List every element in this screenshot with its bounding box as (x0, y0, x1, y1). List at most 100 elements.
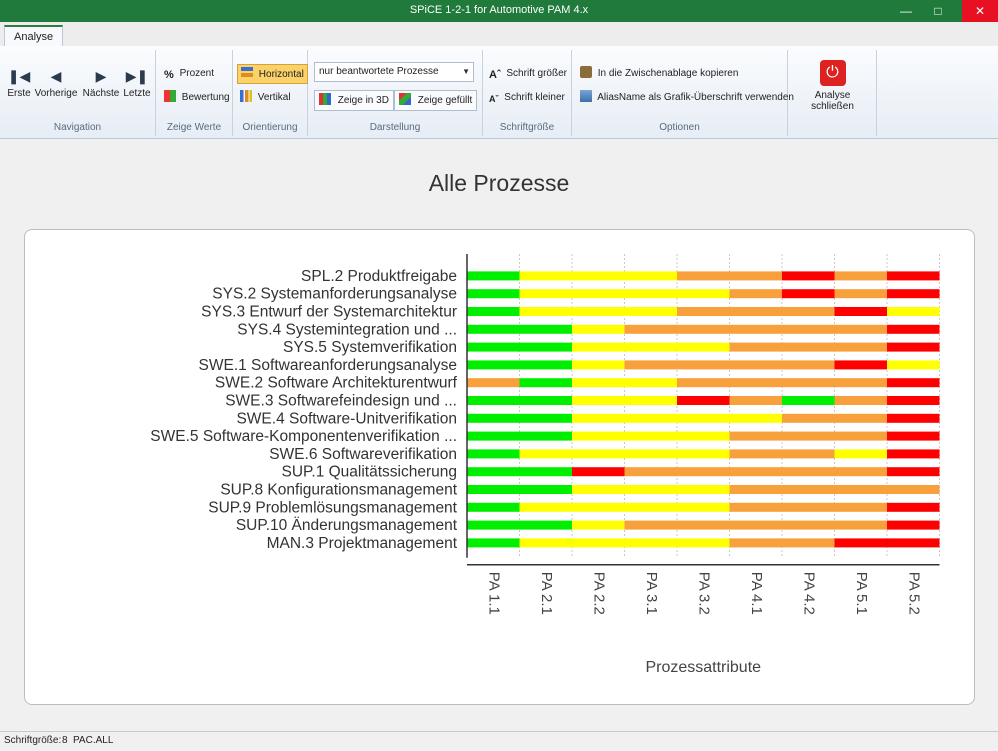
group-label-schriftgroesse: Schriftgröße (499, 122, 555, 133)
rating-cell (834, 271, 887, 281)
font-decrease-icon: Aˇ (489, 94, 499, 104)
horizontal-button[interactable]: Horizontal (237, 64, 308, 84)
rating-cell (467, 413, 520, 423)
rating-cell (834, 360, 887, 370)
rating-cell (677, 378, 730, 388)
close-analysis-button[interactable]: ⏻ Analyse schließen (792, 60, 873, 112)
rating-cell (729, 307, 782, 316)
copy-clipboard-button[interactable]: In die Zwischenablage kopieren (580, 64, 738, 84)
rating-cell (572, 324, 625, 334)
window-title: SPiCE 1-2-1 for Automotive PAM 4.x (409, 4, 589, 16)
last-button[interactable]: ▶❚ Letzte (122, 64, 152, 99)
minimize-icon[interactable]: — (890, 0, 922, 22)
rating-cell (677, 396, 730, 405)
rating-cell (782, 324, 835, 334)
copy-clipboard-label: In die Zwischenablage kopieren (597, 68, 739, 79)
group-darstellung: nur beantwortete Prozesse anzeigen ▼ Zei… (308, 50, 483, 136)
rating-cell (677, 520, 730, 530)
font-smaller-button[interactable]: Aˇ Schrift kleiner (489, 88, 565, 108)
font-increase-icon: Aˆ (489, 69, 501, 81)
rating-cell (467, 396, 520, 405)
process-label: SUP.10 Änderungsmanagement (236, 517, 458, 534)
process-filter-select[interactable]: nur beantwortete Prozesse anzeigen ▼ (314, 62, 474, 82)
rating-cell (677, 485, 730, 494)
vertical-button[interactable]: Vertikal (240, 88, 291, 108)
font-larger-button[interactable]: Aˆ Schrift größer (489, 64, 567, 84)
chart-panel: SPL.2 Produktfreigabe SYS.2 Systemanforde… (24, 229, 975, 705)
previous-button[interactable]: ◀ Vorherige (34, 64, 78, 99)
aliasname-label: AliasName als Grafik-Überschrift verwend… (597, 92, 794, 103)
group-close: ⏻ Analyse schließen (788, 50, 877, 136)
rating-cell (677, 449, 730, 459)
status-file-name: PAC.ALL (73, 735, 114, 746)
rating-cell (729, 467, 782, 477)
next-label: Nächste (82, 88, 120, 99)
rating-cell (834, 467, 887, 477)
previous-label: Vorherige (34, 88, 78, 99)
process-label: SYS.5 Systemverifikation (283, 339, 457, 356)
rating-cell (729, 271, 782, 281)
process-label: SUP.1 Qualitätssicherung (282, 464, 457, 481)
maximize-icon[interactable]: □ (922, 0, 954, 22)
rating-cell (729, 538, 782, 548)
last-icon: ▶❚ (125, 68, 149, 84)
rating-cell (782, 413, 835, 423)
tab-analyse[interactable]: Analyse (4, 25, 64, 46)
rating-cell (519, 378, 572, 388)
rating-cell (519, 307, 572, 316)
show-filled-button[interactable]: Zeige gefüllt (394, 90, 478, 111)
show-3d-label: Zeige in 3D (337, 95, 389, 106)
rating-cell (887, 485, 940, 494)
rating-cell (782, 360, 835, 370)
rating-cell (834, 485, 887, 494)
rating-cell (467, 289, 520, 299)
rating-cell (834, 502, 887, 512)
chart-3d-icon (319, 93, 331, 105)
rating-cell (572, 467, 625, 477)
rating-cell (467, 360, 520, 370)
rating-button[interactable]: Bewertung (164, 88, 230, 108)
rating-cell (729, 502, 782, 512)
rating-cell (782, 307, 835, 316)
rating-cell (782, 538, 835, 548)
rating-cell (677, 307, 730, 316)
process-label: SWE.3 Softwarefeindesign und ... (225, 393, 457, 410)
x-tick-label: PA 4.1 (748, 572, 765, 615)
rating-cell (467, 485, 520, 494)
rating-cell (572, 449, 625, 459)
process-filter-value: nur beantwortete Prozesse anzeigen (319, 66, 439, 77)
rating-cell (572, 502, 625, 512)
show-3d-button[interactable]: Zeige in 3D (314, 90, 394, 111)
rating-cell (624, 485, 677, 494)
process-label: SWE.1 Softwareanforderungsanalyse (199, 357, 457, 374)
group-label-navigation: Navigation (53, 122, 102, 133)
x-tick-label: PA 1.1 (485, 572, 502, 615)
rating-cell (782, 289, 835, 299)
rating-cell (887, 449, 940, 459)
rating-cell (624, 502, 677, 512)
process-label: MAN.3 Projektmanagement (267, 535, 458, 552)
rating-cell (467, 520, 520, 530)
group-navigation: ❚◀ Erste ◀ Vorherige ▶ Nächste ▶❚ Letzte… (0, 50, 156, 136)
rating-cell (624, 396, 677, 405)
rating-cell (467, 431, 520, 441)
ribbon-tabstrip: Analyse (0, 22, 998, 47)
group-label-orientierung: Orientierung (242, 122, 298, 133)
rating-cell (887, 378, 940, 388)
rating-cell (677, 342, 730, 352)
rating-cell (677, 289, 730, 299)
rating-cell (782, 396, 835, 405)
aliasname-button[interactable]: AliasName als Grafik-Überschrift verwend… (580, 88, 794, 108)
x-tick-label: PA 3.1 (643, 572, 660, 615)
rating-cell (834, 378, 887, 388)
close-window-icon[interactable]: ✕ (962, 0, 998, 22)
rating-cell (519, 449, 572, 459)
next-button[interactable]: ▶ Nächste (82, 64, 120, 99)
status-font-size: 8 (62, 735, 68, 746)
first-button[interactable]: ❚◀ Erste (6, 64, 32, 99)
rating-cell (782, 342, 835, 352)
rating-cell (729, 289, 782, 299)
first-label: Erste (7, 88, 31, 99)
rating-cell (834, 289, 887, 299)
percent-button[interactable]: % Prozent (164, 64, 214, 84)
